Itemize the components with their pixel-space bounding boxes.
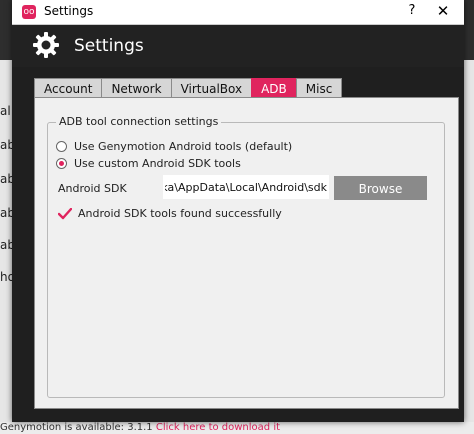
group-title: ADB tool connection settings: [56, 115, 222, 128]
header-title: Settings: [74, 36, 144, 56]
update-link[interactable]: Click here to download it: [156, 422, 280, 433]
checkmark-icon: [58, 207, 72, 219]
custom-sdk-label: Use custom Android SDK tools: [74, 156, 241, 170]
settings-header: Settings: [12, 25, 464, 67]
browse-button[interactable]: Browse: [334, 176, 427, 200]
gear-icon: [33, 32, 59, 58]
adb-settings-group: ADB tool connection settings Use Genymot…: [47, 115, 445, 398]
settings-window: oo Settings ? ✕ Settings Account Network…: [12, 0, 464, 422]
genymotion-tools-label: Use Genymotion Android tools (default): [74, 139, 293, 153]
custom-sdk-radio[interactable]: [56, 157, 67, 169]
genymotion-tools-option[interactable]: Use Genymotion Android tools (default): [56, 138, 292, 154]
background-app-right-edge: [464, 60, 474, 422]
tab-account[interactable]: Account: [34, 78, 103, 98]
background-fragment: al: [0, 104, 11, 118]
genymotion-logo-icon: oo: [22, 5, 36, 19]
genymotion-tools-radio[interactable]: [56, 140, 67, 152]
close-button[interactable]: ✕: [434, 2, 452, 20]
tab-adb[interactable]: ADB: [251, 78, 297, 98]
update-text: Genymotion is available: 3.1.1: [0, 422, 153, 433]
tab-virtualbox[interactable]: VirtualBox: [170, 78, 253, 98]
title-bar: oo Settings ? ✕: [12, 0, 464, 25]
sdk-status: Android SDK tools found successfully: [58, 207, 282, 220]
sdk-status-text: Android SDK tools found successfully: [78, 207, 282, 220]
window-title: Settings: [44, 4, 94, 18]
help-button[interactable]: ?: [404, 3, 420, 18]
background-update-bar: Genymotion is available: 3.1.1 Click her…: [0, 422, 474, 434]
tab-bar: Account Network VirtualBox ADB Misc: [34, 78, 343, 98]
tab-misc[interactable]: Misc: [295, 78, 343, 98]
custom-sdk-option[interactable]: Use custom Android SDK tools: [56, 155, 241, 171]
adb-panel: ADB tool connection settings Use Genymot…: [34, 97, 459, 409]
android-sdk-label: Android SDK: [58, 182, 127, 195]
tab-network[interactable]: Network: [101, 78, 172, 98]
android-sdk-path-input[interactable]: [163, 175, 329, 199]
